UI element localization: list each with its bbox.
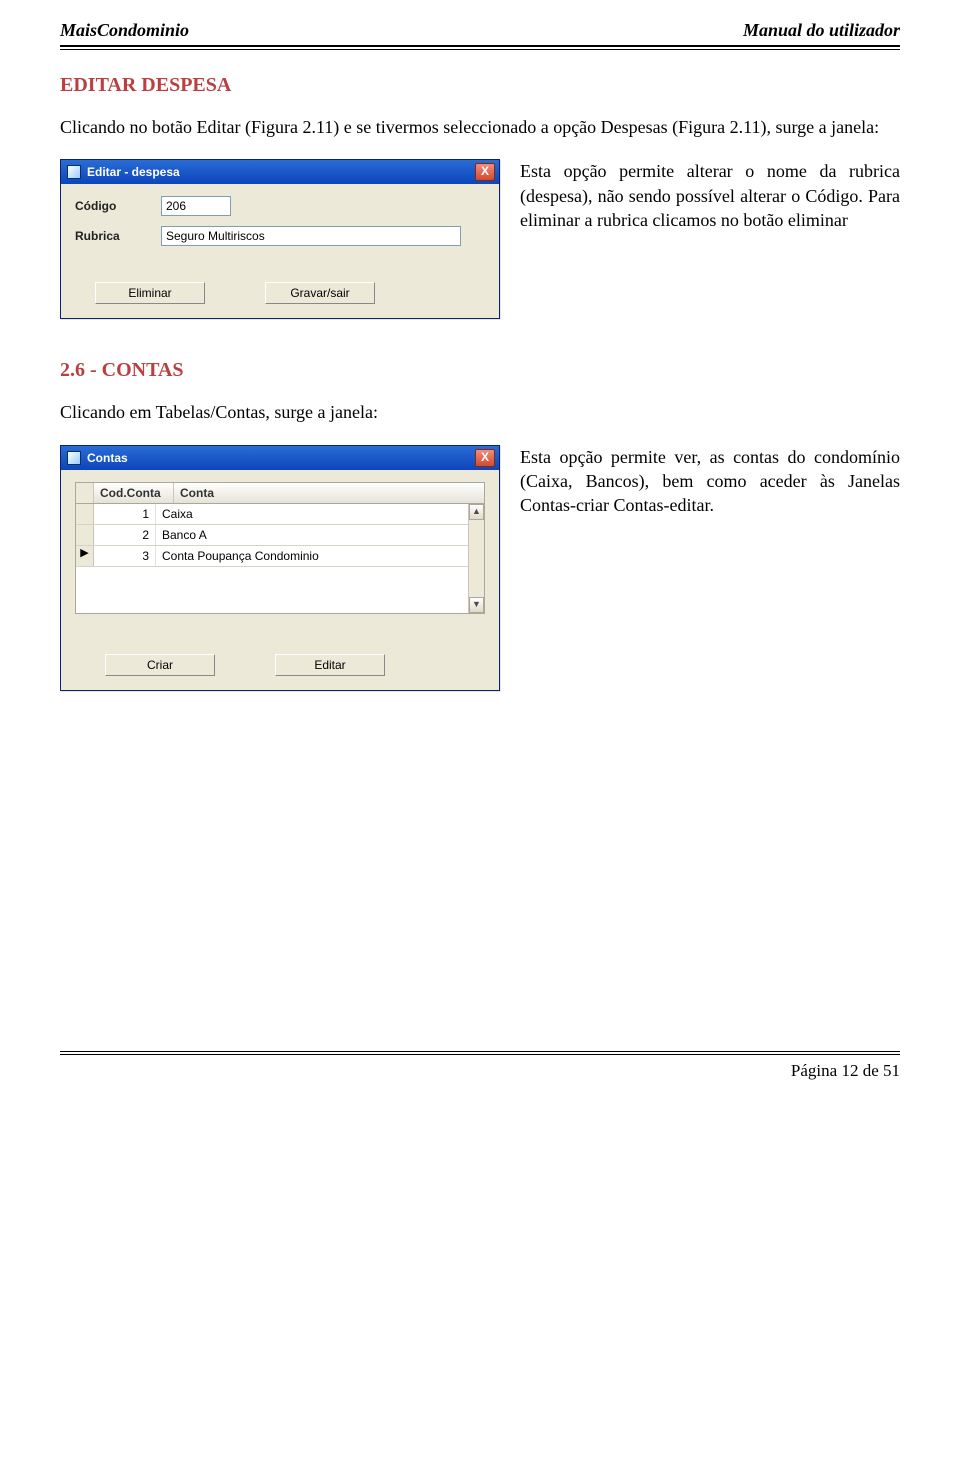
cell-codconta: 1 xyxy=(94,504,156,524)
footer-rule-thin xyxy=(60,1054,900,1055)
rubrica-input[interactable] xyxy=(161,226,461,246)
header-right: Manual do utilizador xyxy=(743,20,900,41)
window-icon xyxy=(67,451,81,465)
page-number: Página 12 de 51 xyxy=(60,1061,900,1081)
row-selector[interactable]: ▶ xyxy=(76,546,94,566)
window-title-text: Editar - despesa xyxy=(87,165,475,179)
header-left: MaisCondominio xyxy=(60,20,189,41)
scroll-up-icon[interactable]: ▲ xyxy=(469,504,484,520)
cell-codconta: 3 xyxy=(94,546,156,566)
cell-conta: Caixa xyxy=(156,504,484,524)
close-icon[interactable]: X xyxy=(475,163,495,181)
page-header: MaisCondominio Manual do utilizador xyxy=(60,20,900,45)
cell-conta: Banco A xyxy=(156,525,484,545)
contas-list: Cod.Conta Conta 1 Caixa 2 Banco A xyxy=(75,482,485,614)
row-selector[interactable] xyxy=(76,504,94,524)
table-row[interactable]: ▶ 3 Conta Poupança Condominio xyxy=(76,546,484,567)
row-selector[interactable] xyxy=(76,525,94,545)
window-titlebar: Editar - despesa X xyxy=(61,160,499,184)
header-rule xyxy=(60,45,900,47)
contas-window: Contas X Cod.Conta Conta 1 Caixa xyxy=(60,445,500,691)
window-title-text: Contas xyxy=(87,451,475,465)
codigo-label: Código xyxy=(75,199,161,213)
section2-side-text: Esta opção permite ver, as contas do con… xyxy=(520,445,900,518)
gravar-sair-button[interactable]: Gravar/sair xyxy=(265,282,375,304)
section-title-contas: 2.6 - CONTAS xyxy=(60,359,900,382)
window-icon xyxy=(67,165,81,179)
section-title-editar-despesa: EDITAR DESPESA xyxy=(60,74,900,97)
column-header-codconta[interactable]: Cod.Conta xyxy=(94,483,174,503)
footer-rule xyxy=(60,1051,900,1052)
section2-intro: Clicando em Tabelas/Contas, surge a jane… xyxy=(60,400,900,424)
editar-button[interactable]: Editar xyxy=(275,654,385,676)
cell-codconta: 2 xyxy=(94,525,156,545)
table-row[interactable]: 2 Banco A xyxy=(76,525,484,546)
scroll-down-icon[interactable]: ▼ xyxy=(469,597,484,613)
window-titlebar: Contas X xyxy=(61,446,499,470)
scrollbar[interactable]: ▲ ▼ xyxy=(468,504,484,613)
codigo-input[interactable] xyxy=(161,196,231,216)
header-rule-thin xyxy=(60,49,900,50)
section1-intro: Clicando no botão Editar (Figura 2.11) e… xyxy=(60,115,900,139)
cell-conta: Conta Poupança Condominio xyxy=(156,546,484,566)
close-icon[interactable]: X xyxy=(475,449,495,467)
rubrica-label: Rubrica xyxy=(75,229,161,243)
editar-despesa-window: Editar - despesa X Código Rubrica Elimin… xyxy=(60,159,500,319)
eliminar-button[interactable]: Eliminar xyxy=(95,282,205,304)
row-selector-header xyxy=(76,483,94,503)
criar-button[interactable]: Criar xyxy=(105,654,215,676)
section1-side-text: Esta opção permite alterar o nome da rub… xyxy=(520,159,900,232)
column-header-conta[interactable]: Conta xyxy=(174,483,484,503)
table-row[interactable]: 1 Caixa xyxy=(76,504,484,525)
